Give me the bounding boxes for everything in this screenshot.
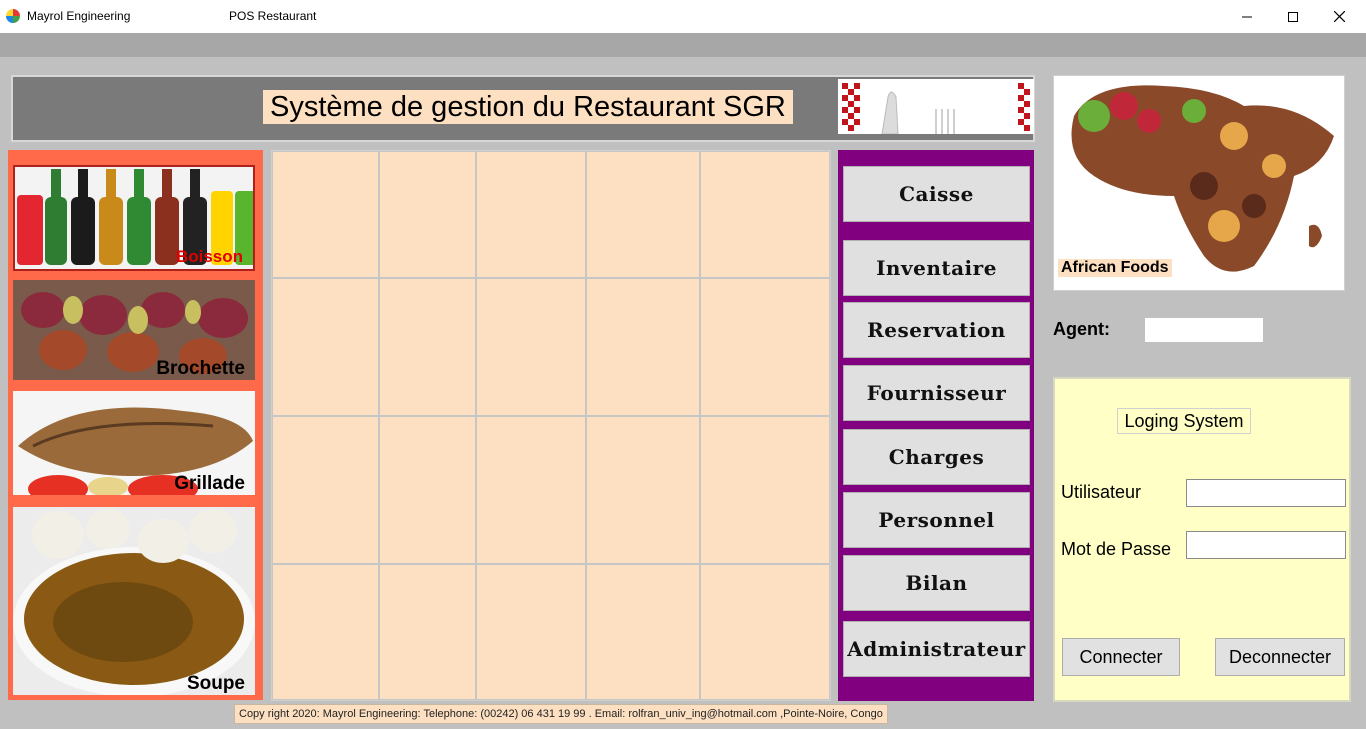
grid-cell[interactable] xyxy=(272,151,379,278)
maximize-button[interactable] xyxy=(1270,0,1316,33)
minimize-button[interactable] xyxy=(1224,0,1270,33)
grid-cell[interactable] xyxy=(700,564,830,700)
disconnect-button[interactable]: Deconnecter xyxy=(1215,638,1345,676)
category-label: Grillade xyxy=(174,473,245,494)
login-title: Loging System xyxy=(1117,408,1251,434)
grid-cell[interactable] xyxy=(700,151,830,278)
category-boisson[interactable]: Boisson xyxy=(13,165,255,271)
connect-button[interactable]: Connecter xyxy=(1062,638,1180,676)
agent-label: Agent: xyxy=(1053,319,1110,339)
grid-cell[interactable] xyxy=(272,278,379,416)
grid-cell[interactable] xyxy=(476,564,586,700)
password-label: Mot de Passe xyxy=(1061,539,1172,559)
maximize-icon xyxy=(1288,11,1298,22)
category-grillade[interactable]: Grillade xyxy=(13,391,255,495)
agent-field[interactable] xyxy=(1145,318,1263,342)
cutlery-image xyxy=(838,79,1034,134)
african-foods-label: African Foods xyxy=(1058,259,1172,277)
grid-cell[interactable] xyxy=(586,278,700,416)
grid-cell[interactable] xyxy=(476,278,586,416)
grid-cell[interactable] xyxy=(272,564,379,700)
close-button[interactable] xyxy=(1316,0,1362,33)
window-titlebar xyxy=(0,0,1366,33)
personnel-button[interactable]: Personnel xyxy=(843,492,1030,548)
window-title: POS Restaurant xyxy=(229,9,317,23)
reservation-button[interactable]: Reservation xyxy=(843,302,1030,358)
inventaire-button[interactable]: Inventaire xyxy=(843,240,1030,296)
grid-cell[interactable] xyxy=(379,151,476,278)
close-icon xyxy=(1333,11,1345,22)
page-title: Système de gestion du Restaurant SGR xyxy=(263,90,793,124)
category-soupe[interactable]: Soupe xyxy=(13,507,255,695)
category-label: Brochette xyxy=(156,358,245,379)
main-menu-panel xyxy=(838,150,1034,701)
username-label: Utilisateur xyxy=(1061,482,1142,502)
app-name: Mayrol Engineering xyxy=(27,9,131,23)
soup-image xyxy=(13,507,255,695)
fournisseur-button[interactable]: Fournisseur xyxy=(843,365,1030,421)
grid-cell[interactable] xyxy=(586,151,700,278)
grid-cell[interactable] xyxy=(586,564,700,700)
bilan-button[interactable]: Bilan xyxy=(843,555,1030,611)
administrateur-button[interactable]: Administrateur xyxy=(843,621,1030,677)
charges-button[interactable]: Charges xyxy=(843,429,1030,485)
grid-cell[interactable] xyxy=(379,416,476,564)
grid-cell[interactable] xyxy=(272,416,379,564)
menu-strip xyxy=(0,33,1366,57)
grid-cell[interactable] xyxy=(700,278,830,416)
username-field[interactable] xyxy=(1186,479,1346,507)
grid-cell[interactable] xyxy=(379,278,476,416)
grid-cell[interactable] xyxy=(700,416,830,564)
grid-cell[interactable] xyxy=(476,151,586,278)
product-grid xyxy=(271,150,831,701)
minimize-icon xyxy=(1242,16,1252,17)
footer-copyright: Copy right 2020: Mayrol Engineering: Tel… xyxy=(234,704,888,724)
password-field[interactable] xyxy=(1186,531,1346,559)
category-brochette[interactable]: Brochette xyxy=(13,280,255,380)
caisse-button[interactable]: Caisse xyxy=(843,166,1030,222)
grid-cell[interactable] xyxy=(379,564,476,700)
app-logo-icon xyxy=(6,9,20,23)
category-label: Soupe xyxy=(186,673,245,694)
category-label: Boisson xyxy=(175,247,243,266)
grid-cell[interactable] xyxy=(476,416,586,564)
grid-cell[interactable] xyxy=(586,416,700,564)
